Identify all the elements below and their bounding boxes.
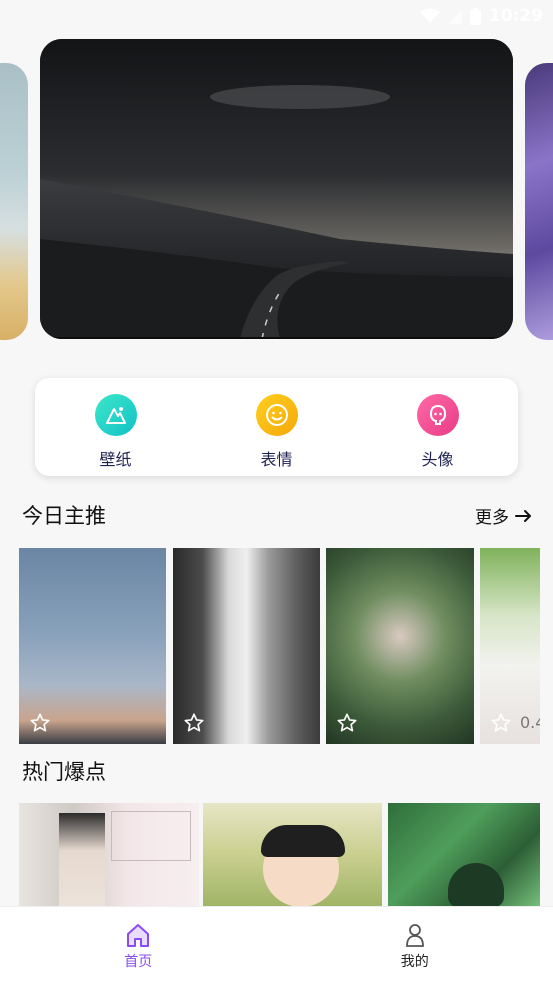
category-wallpaper[interactable]: 壁纸 xyxy=(35,378,196,476)
nav-home[interactable]: 首页 xyxy=(0,907,277,983)
hot-card-2[interactable] xyxy=(203,803,382,907)
category-label: 表情 xyxy=(260,450,293,469)
hot-card-1[interactable] xyxy=(19,803,199,907)
bottom-navigation: 首页 我的 xyxy=(0,906,553,983)
card-count: 0.4 xyxy=(520,713,540,732)
star-icon[interactable] xyxy=(183,712,205,734)
smile-face-icon xyxy=(255,394,298,436)
today-card-1[interactable] xyxy=(19,548,166,744)
star-icon[interactable] xyxy=(336,712,358,734)
today-card-3[interactable] xyxy=(326,548,474,744)
banner-road-image xyxy=(40,39,513,339)
banner-card-current[interactable] xyxy=(40,39,513,339)
category-emoji[interactable]: 表情 xyxy=(196,378,357,476)
banner-carousel[interactable] xyxy=(0,0,553,355)
banner-card-next[interactable] xyxy=(525,63,553,340)
category-avatar[interactable]: 头像 xyxy=(357,378,518,476)
category-panel: 壁纸 表情 头像 xyxy=(35,378,518,476)
today-section-title: 今日主推 xyxy=(22,504,106,528)
cartoon-hat xyxy=(261,825,345,857)
fashion-figure xyxy=(59,813,105,907)
more-label: 更多 xyxy=(475,508,509,528)
avatar-face-icon xyxy=(416,394,459,436)
today-card-4[interactable]: 0.4 xyxy=(480,548,540,744)
more-button[interactable]: 更多 xyxy=(475,503,533,528)
hot-card-3[interactable] xyxy=(388,803,540,907)
star-icon[interactable] xyxy=(29,712,51,734)
nav-mine[interactable]: 我的 xyxy=(277,907,553,983)
star-icon[interactable] xyxy=(490,712,512,734)
today-card-2[interactable] xyxy=(173,548,320,744)
hot-section-title: 热门爆点 xyxy=(22,760,106,784)
banner-card-prev[interactable] xyxy=(0,63,28,340)
card-frame xyxy=(111,811,191,861)
user-icon xyxy=(405,924,424,947)
arrow-right-icon xyxy=(515,509,531,522)
wallpaper-mountain-icon xyxy=(94,394,137,436)
home-icon xyxy=(127,924,150,947)
nav-mine-label: 我的 xyxy=(400,954,429,970)
category-label: 壁纸 xyxy=(99,450,132,469)
cartoon-character xyxy=(448,863,504,907)
category-label: 头像 xyxy=(421,450,454,469)
nav-home-label: 首页 xyxy=(124,954,153,970)
